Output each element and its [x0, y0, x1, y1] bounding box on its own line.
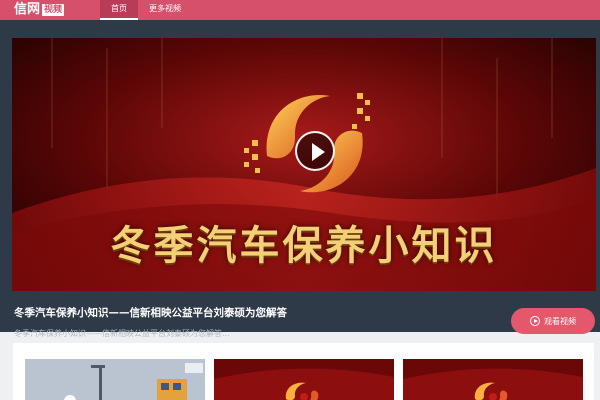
play-circle-icon [530, 316, 540, 326]
site-logo[interactable]: 信网 视频 [14, 2, 65, 18]
main-nav: 首页 更多视频 [100, 0, 192, 20]
video-thumbnail[interactable] [403, 359, 583, 400]
featured-title[interactable]: 冬季汽车保养小知识——信新相映公益平台刘泰硕为您解答 [14, 305, 484, 320]
video-list [13, 343, 594, 400]
tab-more-videos[interactable]: 更多视频 [138, 0, 192, 20]
featured-video-player[interactable]: 冬季汽车保养小知识 [12, 38, 596, 291]
logo-badge: 视频 [42, 4, 65, 16]
featured-description: 冬季汽车保养小知识——信新相映公益平台刘泰硕为您解答... [14, 329, 230, 338]
watch-video-button[interactable]: 观看视频 [511, 308, 595, 334]
video-thumbnail[interactable] [214, 359, 394, 400]
top-nav-bar: 信网 视频 首页 更多视频 [0, 0, 600, 20]
logo-text: 信网 [14, 2, 41, 17]
tab-home[interactable]: 首页 [100, 0, 138, 20]
video-thumbnail[interactable] [25, 359, 205, 400]
featured-section: 冬季汽车保养小知识 冬季汽车保养小知识——信新相映公益平台刘泰硕为您解答 冬季汽… [0, 20, 600, 338]
watch-video-label: 观看视频 [544, 316, 576, 326]
video-caption: 冬季汽车保养小知识 [110, 222, 498, 269]
play-icon[interactable] [295, 131, 335, 171]
